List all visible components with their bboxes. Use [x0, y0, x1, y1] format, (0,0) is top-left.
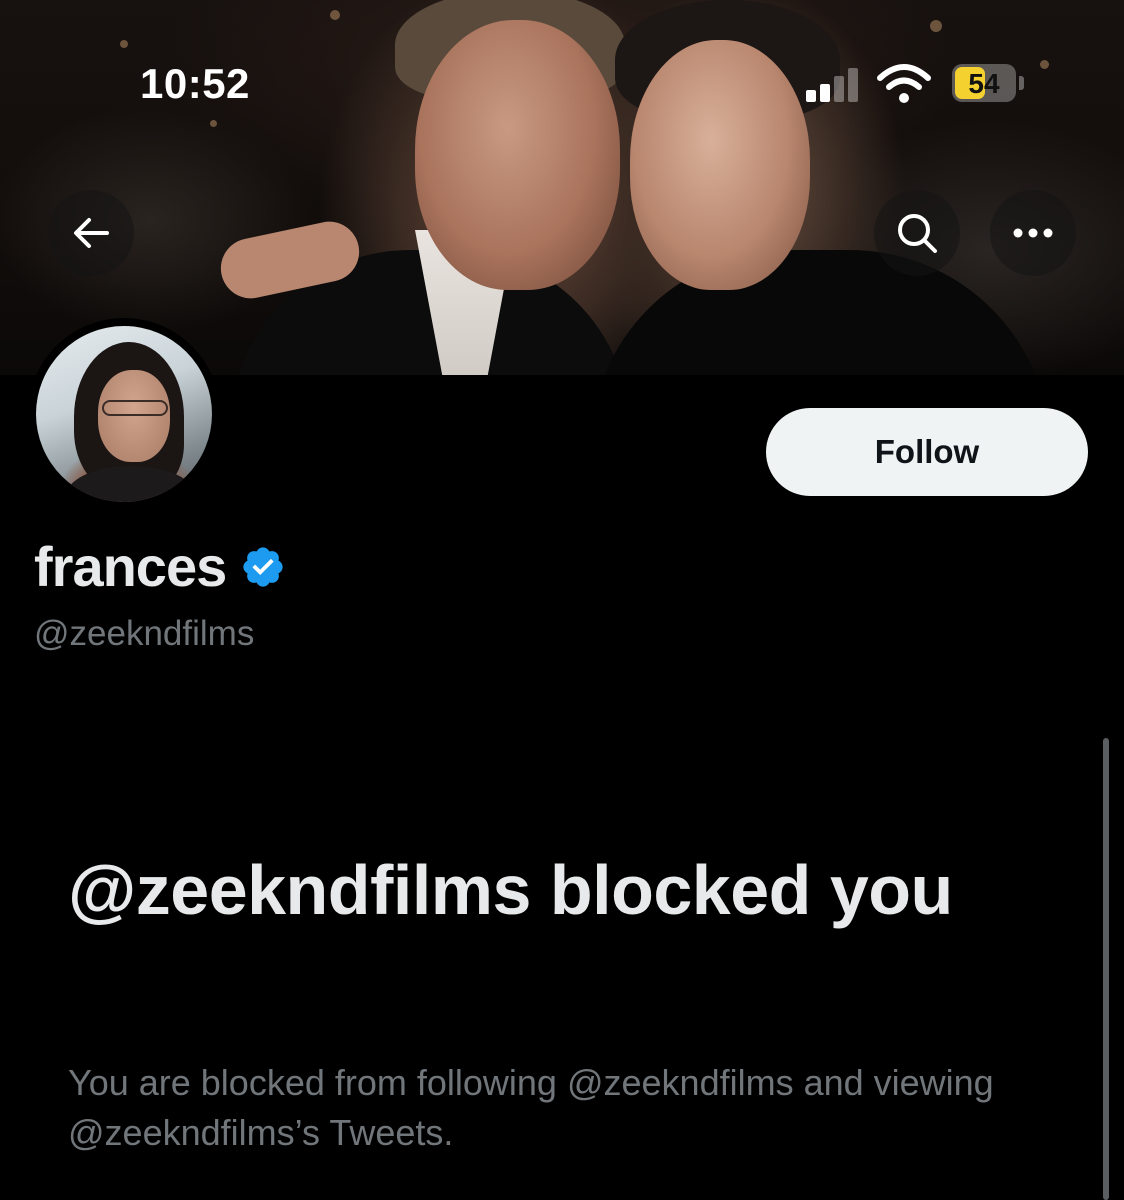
search-icon [898, 214, 937, 253]
blocked-description: You are blocked from following @zeekndfi… [68, 1062, 994, 1153]
profile-handle: @zeekndfilms [34, 614, 255, 653]
more-horizontal-icon [1013, 228, 1053, 238]
battery-icon: 54 [952, 64, 1016, 102]
more-options-button[interactable] [990, 190, 1076, 276]
profile-name: frances [34, 534, 286, 599]
avatar[interactable] [28, 318, 220, 510]
profile-banner[interactable] [0, 0, 1124, 375]
battery-tip [1019, 76, 1024, 90]
follow-button[interactable]: Follow [766, 408, 1088, 496]
verified-badge-icon[interactable] [240, 544, 286, 590]
back-button[interactable] [48, 190, 134, 276]
scrollbar[interactable] [1103, 738, 1109, 1200]
search-button[interactable] [874, 190, 960, 276]
cellular-signal-icon [806, 66, 862, 102]
arrow-left-icon [74, 218, 109, 248]
wifi-icon [876, 62, 932, 106]
battery-level: 54 [968, 68, 1000, 99]
status-time: 10:52 [140, 60, 250, 107]
display-name-text: frances [34, 535, 227, 598]
blocked-title: @zeekndfilms blocked you [68, 851, 953, 929]
